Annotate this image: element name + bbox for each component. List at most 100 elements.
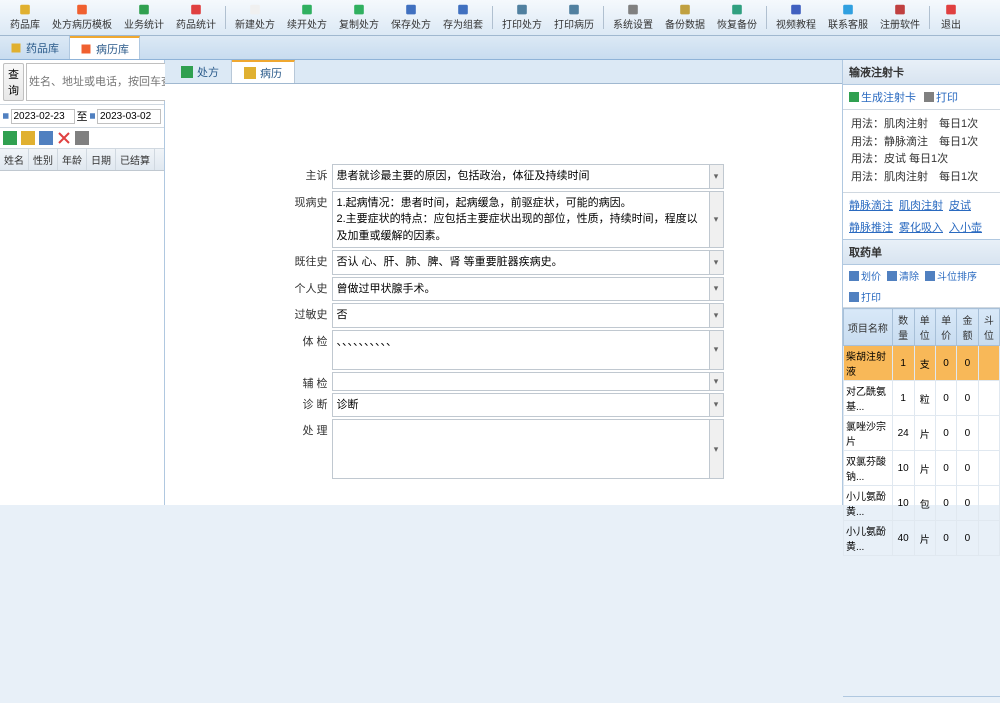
print-rx-icon xyxy=(514,4,530,15)
action-icon xyxy=(849,271,859,281)
input-gms[interactable]: 否 xyxy=(332,303,710,328)
dropdown-icon[interactable]: ▾ xyxy=(710,419,724,479)
dropdown-icon[interactable]: ▾ xyxy=(710,393,724,418)
dropdown-icon[interactable]: ▾ xyxy=(710,250,724,275)
calendar-icon[interactable] xyxy=(90,110,96,122)
sys-settings-button[interactable]: 系统设置 xyxy=(607,2,659,33)
med-row[interactable]: 双氯芬酸钠...10片00 xyxy=(844,451,1000,486)
med-action[interactable]: 斗位排序 xyxy=(925,268,977,283)
tutorial-button[interactable]: 视频教程 xyxy=(770,2,822,33)
register-button[interactable]: 注册软件 xyxy=(874,2,926,33)
med-row[interactable]: 氯唑沙宗片24片00 xyxy=(844,416,1000,451)
contact-button[interactable]: 联系客服 xyxy=(822,2,874,33)
new-rx-button[interactable]: 新建处方 xyxy=(229,2,281,33)
input-grs[interactable]: 曾做过甲状腺手术。 xyxy=(332,277,710,302)
tab-drug-lib[interactable]: 药品库 xyxy=(0,36,70,59)
cont-rx-button[interactable]: 续开处方 xyxy=(281,2,333,33)
input-zhusu[interactable]: 患者就诊最主要的原因，包括政治，体征及持续时间 xyxy=(332,164,710,189)
med-action[interactable]: 划价 xyxy=(849,268,881,283)
date-from[interactable] xyxy=(11,109,75,124)
label-gms: 过敏史 xyxy=(284,303,332,328)
med-row[interactable]: 柴胡注射液1支00 xyxy=(844,346,1000,381)
col-header[interactable]: 年龄 xyxy=(58,149,87,170)
add-icon[interactable] xyxy=(3,131,17,145)
input-fj[interactable] xyxy=(332,372,710,391)
exit-button[interactable]: 退出 xyxy=(933,2,969,33)
med-col[interactable]: 数量 xyxy=(892,309,914,346)
med-col[interactable]: 金额 xyxy=(957,309,978,346)
print-record-button[interactable]: 打印病历 xyxy=(548,2,600,33)
edit-icon[interactable] xyxy=(21,131,35,145)
date-to[interactable] xyxy=(97,109,161,124)
new-rx-icon xyxy=(247,4,263,15)
tb-label: 续开处方 xyxy=(287,16,327,31)
med-action[interactable]: 清除 xyxy=(887,268,919,283)
dropdown-icon[interactable]: ▾ xyxy=(710,277,724,302)
user-icon[interactable] xyxy=(39,131,53,145)
gen-icon xyxy=(849,92,859,102)
gen-card-link[interactable]: 生成注射卡 xyxy=(849,89,916,105)
dropdown-icon[interactable]: ▾ xyxy=(710,372,724,391)
route-link[interactable]: 静脉推注 xyxy=(849,219,893,235)
save-rx-button[interactable]: 保存处方 xyxy=(385,2,437,33)
restore-button[interactable]: 恢复备份 xyxy=(711,2,763,33)
input-tj[interactable]: 、、、、、、、、、、 xyxy=(332,330,710,370)
calendar-icon[interactable] xyxy=(3,110,9,122)
input-xbs[interactable]: 1.起病情况：患者时间，起病缓急，前驱症状，可能的病因。 2.主要症状的特点：应… xyxy=(332,191,710,249)
copy-rx-button[interactable]: 复制处方 xyxy=(333,2,385,33)
delete-icon[interactable] xyxy=(57,131,71,145)
backup-button[interactable]: 备份数据 xyxy=(659,2,711,33)
rx-template-button[interactable]: 处方病历模板 xyxy=(46,2,118,33)
input-zd[interactable]: 诊断 xyxy=(332,393,710,418)
tutorial-icon xyxy=(788,4,804,15)
tb-label: 联系客服 xyxy=(828,16,868,31)
route-tabs: 静脉滴注肌肉注射皮试静脉推注雾化吸入入小壶 xyxy=(843,192,1000,239)
usage-line: 用法：肌肉注射 每日1次 xyxy=(851,116,992,134)
drug-stats-button[interactable]: 药品统计 xyxy=(170,2,222,33)
col-header[interactable]: 已结算 xyxy=(116,149,155,170)
col-header[interactable]: 姓名 xyxy=(0,149,29,170)
print-icon[interactable] xyxy=(75,131,89,145)
input-cl[interactable] xyxy=(332,419,710,479)
med-row[interactable]: 对乙酰氨基...1粒00 xyxy=(844,381,1000,416)
col-header[interactable]: 日期 xyxy=(87,149,116,170)
dropdown-icon[interactable]: ▾ xyxy=(710,191,724,249)
tab-record[interactable]: 病历 xyxy=(232,60,295,83)
search-input[interactable] xyxy=(26,63,174,101)
tb-label: 业务统计 xyxy=(124,16,164,31)
save-draft-button[interactable]: 存为组套 xyxy=(437,2,489,33)
dropdown-icon[interactable]: ▾ xyxy=(710,164,724,189)
dropdown-icon[interactable]: ▾ xyxy=(710,330,724,370)
to-label: 至 xyxy=(77,108,88,124)
label-grs: 个人史 xyxy=(284,277,332,302)
route-link[interactable]: 肌肉注射 xyxy=(899,197,943,213)
input-jws[interactable]: 否认 心、肝、肺、脾、肾 等重要脏器疾病史。 xyxy=(332,250,710,275)
route-link[interactable]: 静脉滴注 xyxy=(849,197,893,213)
col-header[interactable]: 性别 xyxy=(29,149,58,170)
medical-record-form: 主诉患者就诊最主要的原因，包括政治，体征及持续时间▾ 现病史1.起病情况：患者时… xyxy=(284,164,724,481)
tab-record-lib[interactable]: 病历库 xyxy=(70,36,140,59)
print-card-link[interactable]: 打印 xyxy=(924,89,958,105)
med-col[interactable]: 单位 xyxy=(914,309,935,346)
med-col[interactable]: 斗位 xyxy=(978,309,999,346)
tb-label: 备份数据 xyxy=(665,16,705,31)
drug-lib-icon xyxy=(17,4,33,15)
dropdown-icon[interactable]: ▾ xyxy=(710,303,724,328)
doc-tabs: 药品库 病历库 xyxy=(0,36,1000,60)
med-col[interactable]: 单价 xyxy=(935,309,956,346)
med-action[interactable]: 打印 xyxy=(849,289,881,304)
label-tj: 体 检 xyxy=(284,330,332,370)
tab-rx[interactable]: 处方 xyxy=(169,60,232,83)
med-col[interactable]: 项目名称 xyxy=(844,309,893,346)
route-link[interactable]: 雾化吸入 xyxy=(899,219,943,235)
contact-icon xyxy=(840,4,856,15)
tb-label: 药品统计 xyxy=(176,16,216,31)
med-row[interactable]: 小儿氨酚黄...10包00 xyxy=(844,486,1000,521)
print-rx-button[interactable]: 打印处方 xyxy=(496,2,548,33)
route-link[interactable]: 入小壶 xyxy=(949,219,982,235)
tb-label: 存为组套 xyxy=(443,16,483,31)
med-row[interactable]: 小儿氨酚黄...40片00 xyxy=(844,521,1000,556)
route-link[interactable]: 皮试 xyxy=(949,197,971,213)
drug-lib-button[interactable]: 药品库 xyxy=(4,2,46,33)
biz-stats-button[interactable]: 业务统计 xyxy=(118,2,170,33)
